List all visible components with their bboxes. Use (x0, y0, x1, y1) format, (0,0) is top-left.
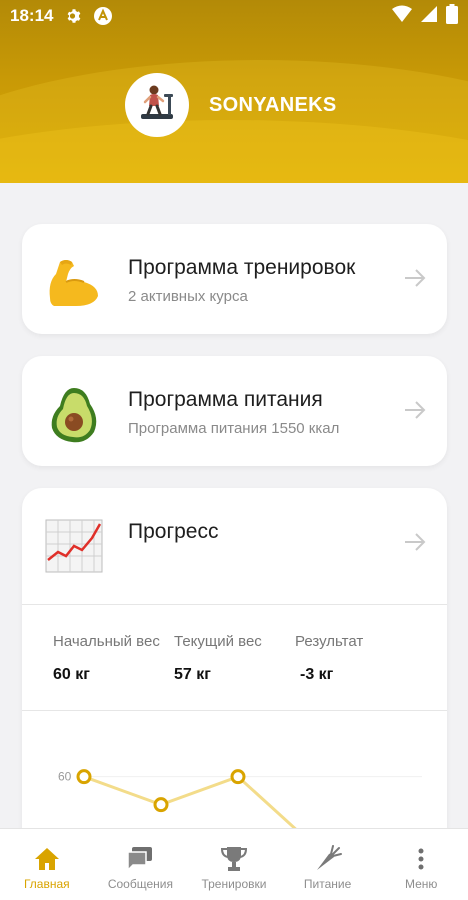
arrow-right-icon[interactable] (403, 266, 427, 290)
avatar[interactable] (125, 73, 189, 137)
battery-icon (446, 3, 458, 29)
profile-block[interactable]: SONYANEKS (125, 73, 337, 137)
chart-data-point (230, 769, 246, 785)
more-vertical-icon (407, 845, 435, 873)
current-weight-value: 57 кг (174, 666, 211, 683)
gear-icon (65, 7, 83, 25)
nav-label: Питание (303, 877, 352, 891)
username: SONYANEKS (209, 93, 337, 116)
nav-label: Сообщения (107, 877, 173, 891)
nav-item-trainings[interactable]: Тренировки (187, 829, 281, 900)
arrow-right-icon[interactable] (403, 530, 427, 554)
progress-card[interactable]: Прогресс Начальный вес 60 кг Текущий вес… (22, 488, 447, 848)
flexed-biceps-icon (44, 252, 104, 312)
start-weight-value: 60 кг (53, 666, 90, 683)
wifi-icon (392, 5, 412, 28)
nav-item-home[interactable]: Главная (0, 829, 94, 900)
nav-label: Главная (23, 877, 70, 891)
nav-item-menu[interactable]: Меню (374, 829, 468, 900)
chart-y-tick-label: 60 (58, 770, 72, 784)
divider (22, 604, 447, 605)
nutrition-program-card[interactable]: Программа питания Программа питания 1550… (22, 356, 447, 466)
status-time: 18:14 (10, 6, 54, 25)
card-title: Прогресс (128, 520, 219, 543)
chart-data-point (153, 797, 169, 813)
signal-icon (420, 5, 438, 28)
card-title: Программа питания (128, 388, 323, 411)
arrow-right-icon[interactable] (403, 398, 427, 422)
trophy-icon (220, 845, 248, 873)
chart-increasing-icon (44, 516, 104, 576)
nav-item-messages[interactable]: Сообщения (94, 829, 188, 900)
card-title: Программа тренировок (128, 256, 356, 279)
nav-label: Тренировки (201, 877, 267, 891)
training-program-card[interactable]: Программа тренировок 2 активных курса (22, 224, 447, 334)
status-bar: 18:14 (0, 0, 468, 32)
profile-header: 18:14 SONYANEKS (0, 0, 468, 183)
chat-icon (126, 845, 154, 873)
nav-label: Меню (404, 877, 438, 891)
result-value: -3 кг (300, 666, 334, 683)
nav-item-nutrition[interactable]: Питание (281, 829, 375, 900)
bottom-navigation: Главная Сообщения Тренировки Питание Мен… (0, 828, 468, 900)
result-label: Результат (295, 633, 364, 650)
treadmill-runner-icon (135, 81, 179, 130)
avocado-icon (44, 384, 104, 444)
card-subtitle: 2 активных курса (128, 288, 248, 305)
start-weight-label: Начальный вес (53, 633, 160, 650)
current-weight-label: Текущий вес (174, 633, 262, 650)
carrot-icon (314, 845, 342, 873)
progress-header-row[interactable]: Прогресс (22, 488, 447, 598)
card-subtitle: Программа питания 1550 ккал (128, 420, 340, 437)
app-notification-icon (93, 6, 113, 26)
chart-data-point (76, 769, 92, 785)
home-icon (33, 845, 61, 873)
